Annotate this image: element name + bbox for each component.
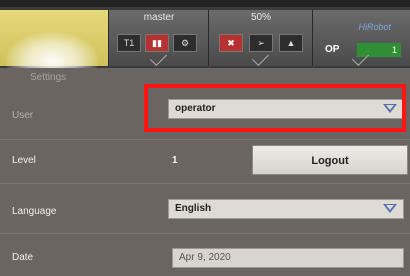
row-divider <box>0 233 410 234</box>
date-label: Date <box>12 252 34 263</box>
mode-label: master <box>143 12 175 23</box>
brand-logo: HiRobot <box>358 22 391 32</box>
mode-t1-button[interactable]: T1 <box>117 34 141 52</box>
person-icon[interactable]: ▲ <box>279 34 303 52</box>
mode-alert-icon[interactable]: ▮▮ <box>145 34 169 52</box>
language-select[interactable]: English <box>168 199 404 219</box>
date-value: Apr 9, 2020 <box>179 252 231 263</box>
chevron-down-icon[interactable] <box>383 204 397 213</box>
logout-button[interactable]: Logout <box>252 145 408 175</box>
date-field[interactable]: Apr 9, 2020 <box>172 248 404 268</box>
settings-section-title: Settings <box>30 72 67 83</box>
op-tile[interactable]: HiRobot OP 1 <box>312 10 410 66</box>
teach-pendant-screen: master T1 ▮▮ ⚙ 50% ✖ ➢ ▲ HiRobot OP 1 Se… <box>0 0 410 276</box>
user-label: User <box>12 110 34 121</box>
top-strip <box>0 0 410 7</box>
speed-label: 50% <box>250 12 271 23</box>
language-select-value: English <box>175 203 212 214</box>
speed-tile[interactable]: 50% ✖ ➢ ▲ <box>208 10 313 66</box>
mode-tile[interactable]: master T1 ▮▮ ⚙ <box>108 10 209 66</box>
highlight-box <box>144 84 406 132</box>
motion-stop-icon[interactable]: ✖ <box>219 34 243 52</box>
row-divider <box>0 183 410 184</box>
language-label: Language <box>12 206 57 217</box>
status-bar: master T1 ▮▮ ⚙ 50% ✖ ➢ ▲ HiRobot OP 1 <box>0 0 410 90</box>
level-value: 1 <box>172 155 178 166</box>
level-label: Level <box>12 155 36 166</box>
mode-run-icon[interactable]: ⚙ <box>173 34 197 52</box>
row-divider <box>0 139 410 140</box>
op-label: OP <box>325 44 340 55</box>
